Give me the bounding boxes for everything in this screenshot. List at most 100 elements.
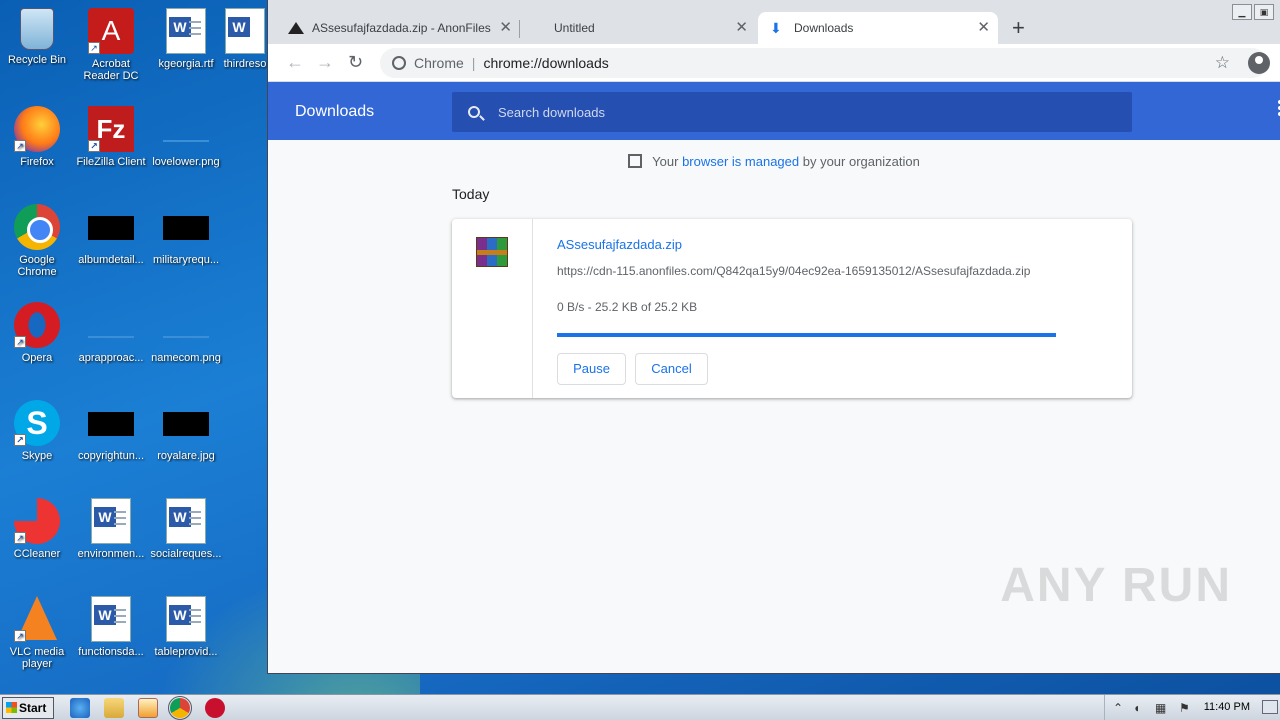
chevron-up-icon[interactable]: ⌃: [1113, 701, 1123, 715]
tab-title: ASsesufajfazdada.zip - AnonFiles: [312, 21, 491, 35]
desktop-icon-militaryrequ[interactable]: militaryrequ...: [149, 204, 223, 266]
desktop-icon-label: Acrobat Reader DC: [83, 58, 139, 82]
internet-explorer-icon[interactable]: [70, 698, 90, 718]
tab-untitled[interactable]: Untitled ✕: [542, 12, 756, 44]
file-name-link[interactable]: ASsesufajfazdada.zip: [557, 237, 682, 252]
window-controls: ▁ ▣: [1230, 4, 1274, 20]
back-arrow-icon[interactable]: ←: [286, 52, 304, 72]
forward-arrow-icon[interactable]: →: [316, 52, 334, 72]
system-tray: ⌃ ◖ ▦ ⚑ 11:40 PM: [1104, 695, 1280, 720]
desktop-icon-label: CCleaner: [13, 548, 61, 560]
close-icon[interactable]: ✕: [499, 20, 512, 36]
word-doc-icon: W: [166, 498, 206, 544]
address-scheme: Chrome: [414, 55, 464, 71]
progress-fill: [557, 333, 1056, 337]
show-desktop-button[interactable]: [1262, 700, 1278, 714]
desktop-icon-vlc[interactable]: ↗ VLC media player: [0, 596, 74, 670]
managed-suffix: by your organization: [799, 154, 920, 169]
desktop-icon-filezilla[interactable]: Fz ↗ FileZilla Client: [74, 106, 148, 168]
search-downloads-input[interactable]: Search downloads: [452, 92, 1132, 132]
desktop-icon-label: namecom.png: [151, 352, 221, 364]
desktop-icon-recycle-bin[interactable]: Recycle Bin: [0, 8, 74, 66]
desktop-icon-label: VLC media player: [9, 646, 65, 670]
address-divider: |: [471, 55, 476, 71]
download-progress-bar: [557, 333, 1056, 337]
desktop-icon-copyrightun[interactable]: copyrightun...: [74, 400, 148, 462]
desktop-icon-royalare[interactable]: royalare.jpg: [149, 400, 223, 462]
desktop-icon-acrobat[interactable]: A ↗ Acrobat Reader DC: [74, 8, 148, 82]
desktop-icon-skype[interactable]: S ↗ Skype: [0, 400, 74, 462]
clock[interactable]: 11:40 PM: [1204, 701, 1250, 713]
close-icon[interactable]: ✕: [977, 20, 990, 36]
media-player-icon[interactable]: [138, 698, 158, 718]
file-icon-column: [452, 219, 533, 398]
account-icon[interactable]: [1248, 52, 1270, 74]
download-icon: ⬇: [770, 20, 782, 36]
desktop-icon-tableprovid[interactable]: W tableprovid...: [149, 596, 223, 658]
managed-link[interactable]: browser is managed: [682, 154, 799, 169]
download-item-card: ASsesufajfazdada.zip https://cdn-115.ano…: [452, 219, 1132, 398]
downloads-header: Downloads Search downloads: [268, 82, 1280, 140]
pause-button[interactable]: Pause: [557, 353, 626, 385]
page-title: Downloads: [295, 103, 375, 120]
close-icon[interactable]: ✕: [735, 20, 748, 36]
browser-toolbar: ← → ↻ Chrome | chrome://downloads ☆: [268, 44, 1280, 82]
chrome-window: ASsesufajfazdada.zip - AnonFiles ✕ Untit…: [267, 0, 1280, 674]
managed-prefix: Your: [652, 154, 683, 169]
desktop-icon-label: Opera: [21, 352, 53, 364]
desktop-icon-label: functionsda...: [78, 646, 144, 658]
desktop-icon-socialreques[interactable]: W socialreques...: [149, 498, 223, 560]
file-explorer-icon[interactable]: [104, 698, 124, 718]
desktop-icon-label: Firefox: [20, 156, 54, 168]
firefox-icon: ↗: [14, 106, 60, 152]
search-icon: [468, 106, 480, 118]
opera-taskbar-icon[interactable]: [205, 698, 225, 718]
desktop-icon-environmen[interactable]: W environmen...: [74, 498, 148, 560]
desktop-icon-firefox[interactable]: ↗ Firefox: [0, 106, 74, 168]
cancel-button[interactable]: Cancel: [635, 353, 708, 385]
speaker-icon[interactable]: ◖: [1133, 701, 1140, 715]
maximize-button[interactable]: ▣: [1254, 4, 1274, 20]
building-icon: [628, 154, 643, 168]
desktop-icon-functionsda[interactable]: W functionsda...: [74, 596, 148, 658]
tab-downloads[interactable]: ⬇ Downloads ✕: [758, 12, 998, 44]
minimize-button[interactable]: ▁: [1232, 4, 1252, 20]
desktop-icon-label: copyrightun...: [77, 450, 145, 462]
start-button[interactable]: Start: [2, 697, 54, 719]
desktop-icon-opera[interactable]: ↗ Opera: [0, 302, 74, 364]
winrar-archive-icon: [476, 237, 508, 267]
image-file-icon: [163, 118, 209, 142]
desktop-icon-albumdetail[interactable]: albumdetail...: [74, 204, 148, 266]
word-doc-icon: W: [166, 8, 206, 54]
word-doc-icon: W: [91, 498, 131, 544]
desktop-icon-namecom[interactable]: namecom.png: [149, 302, 223, 364]
desktop-icon-lovelower[interactable]: lovelower.png: [149, 106, 223, 168]
address-bar[interactable]: Chrome | chrome://downloads: [380, 48, 1267, 78]
desktop-icon-label: royalare.jpg: [157, 450, 215, 462]
reload-icon[interactable]: ↻: [348, 52, 363, 72]
desktop-icon-kgeorgia[interactable]: W kgeorgia.rtf: [149, 8, 223, 70]
desktop-icon-thirdreso[interactable]: W thirdreso: [223, 8, 267, 70]
network-icon[interactable]: ▦: [1155, 701, 1166, 715]
desktop-icon-ccleaner[interactable]: ↗ CCleaner: [0, 498, 74, 560]
opera-icon: ↗: [14, 302, 60, 348]
image-file-icon: [88, 314, 134, 338]
ccleaner-icon: ↗: [14, 498, 60, 544]
chrome-taskbar-icon[interactable]: [168, 696, 192, 720]
desktop-icon-aprapproac[interactable]: aprapproac...: [74, 302, 148, 364]
new-tab-button[interactable]: +: [1012, 16, 1025, 40]
image-file-icon: [163, 216, 209, 240]
bookmark-star-icon[interactable]: ☆: [1215, 53, 1230, 73]
desktop-icon-label: environmen...: [77, 548, 145, 560]
tab-anonfiles[interactable]: ASsesufajfazdada.zip - AnonFiles ✕: [276, 12, 520, 44]
desktop-icon-chrome[interactable]: Google Chrome: [0, 204, 74, 278]
flag-icon[interactable]: ⚑: [1179, 701, 1190, 715]
download-status: 0 B/s - 25.2 KB of 25.2 KB: [557, 300, 698, 314]
desktop-icon-label: lovelower.png: [152, 156, 220, 168]
tab-title: Downloads: [794, 21, 854, 35]
desktop-icon-label: Recycle Bin: [7, 54, 67, 66]
word-doc-icon: W: [225, 8, 265, 54]
acrobat-icon: A ↗: [88, 8, 134, 54]
file-url[interactable]: https://cdn-115.anonfiles.com/Q842qa15y9…: [557, 264, 1057, 278]
desktop-icon-label: militaryrequ...: [152, 254, 220, 266]
